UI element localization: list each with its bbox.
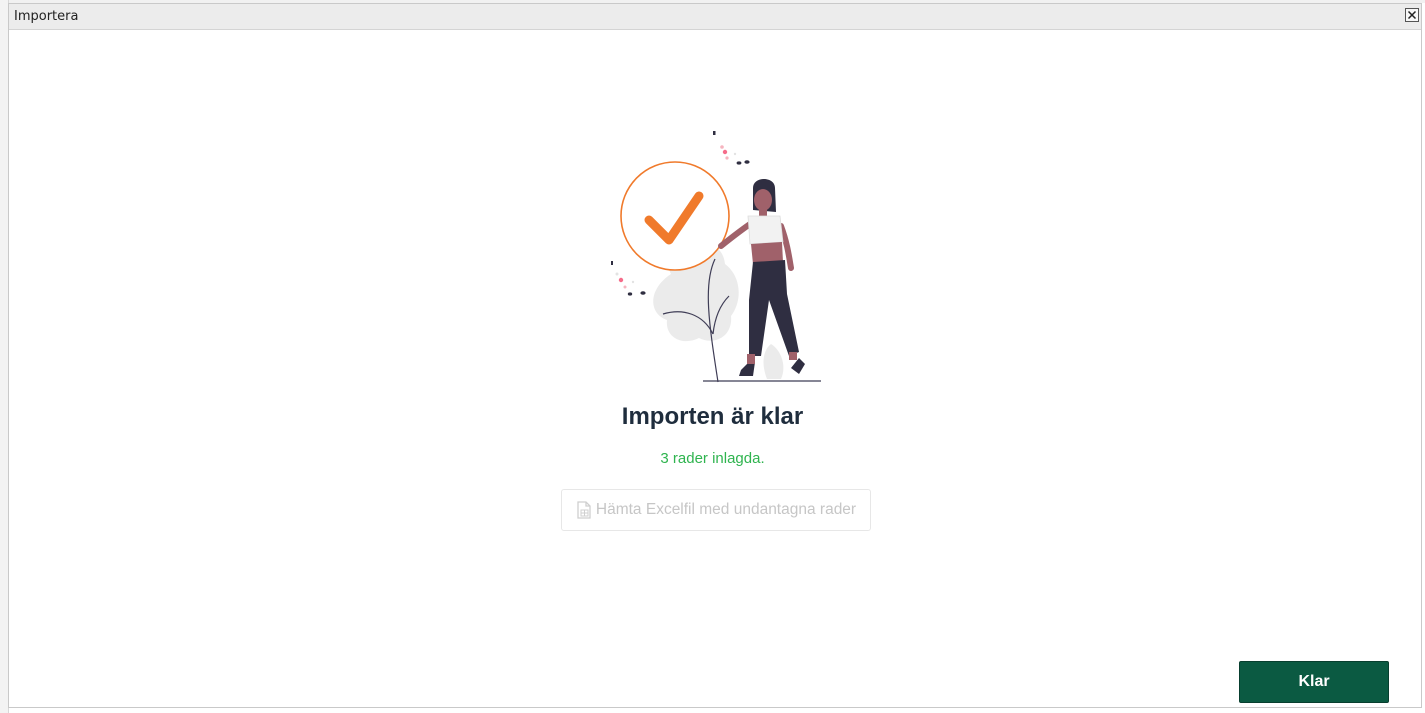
- download-button-label: Hämta Excelfil med undantagna rader: [595, 501, 857, 518]
- rows-inserted-message: 3 rader inlagda.: [660, 450, 765, 467]
- excel-file-icon: [577, 501, 591, 519]
- download-excluded-rows-button[interactable]: Hämta Excelfil med undantagna rader: [561, 489, 871, 531]
- dialog-title: Importera: [14, 9, 79, 24]
- import-done-heading: Importen är klar: [621, 403, 804, 430]
- dialog-titlebar: Importera: [9, 4, 1421, 30]
- close-button[interactable]: [1405, 8, 1419, 22]
- close-icon: [1407, 10, 1417, 20]
- done-button[interactable]: Klar: [1239, 661, 1389, 703]
- success-illustration: [611, 131, 821, 383]
